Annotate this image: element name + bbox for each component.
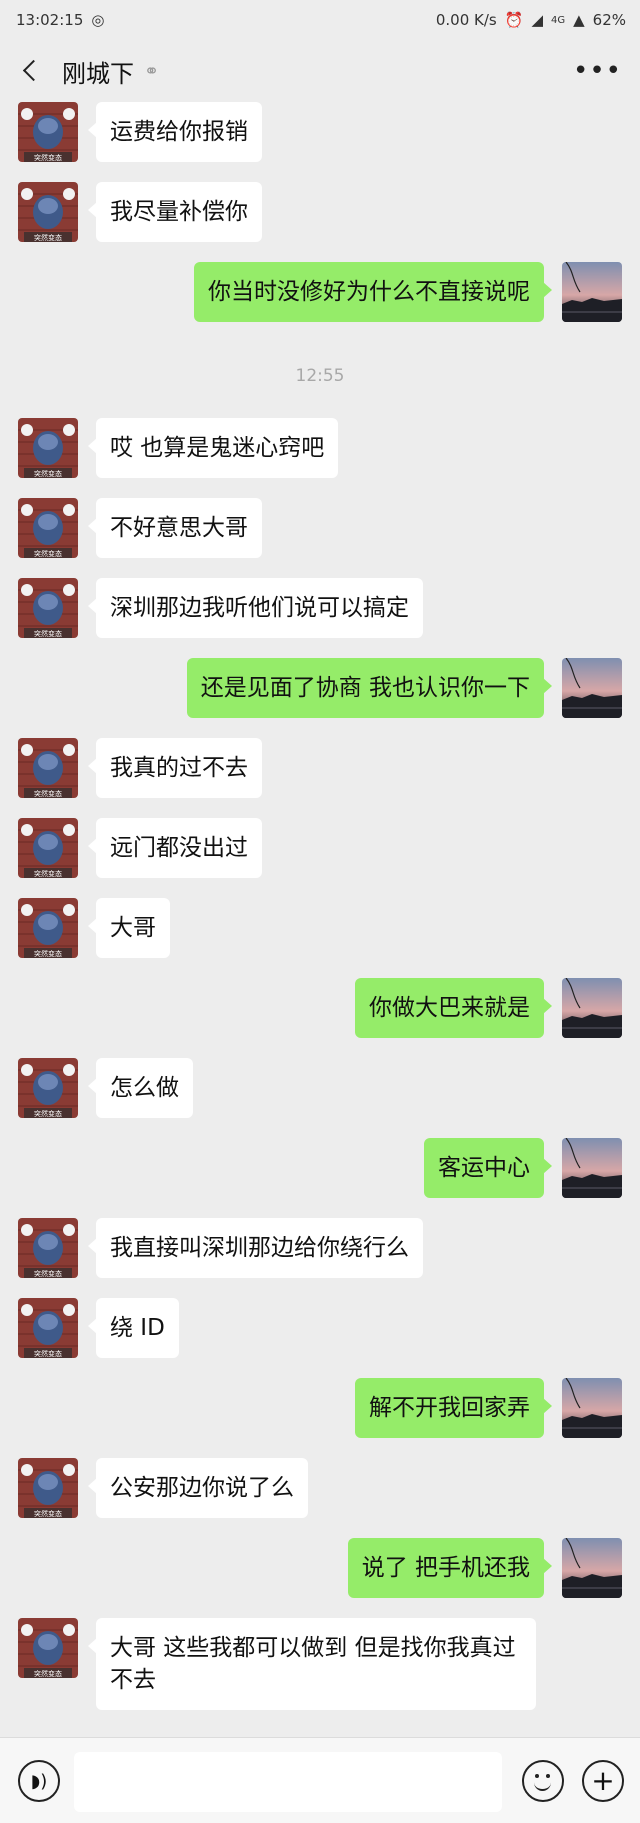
received-message-bubble[interactable]: 大哥 (88, 898, 170, 958)
ear-icon: ⚭ (144, 60, 160, 82)
svg-text:突然变态: 突然变态 (34, 629, 62, 638)
nav-bar: 刚城下 ⚭ ••• (0, 40, 640, 102)
received-message-bubble[interactable]: 怎么做 (88, 1058, 193, 1118)
sent-message-bubble[interactable]: 你做大巴来就是 (355, 978, 552, 1038)
svg-text:突然变态: 突然变态 (34, 1269, 62, 1278)
received-message-bubble[interactable]: 公安那边你说了么 (88, 1458, 308, 1518)
signal-icon: ▲ (573, 11, 585, 29)
received-message-bubble[interactable]: 远门都没出过 (88, 818, 262, 878)
battery-level: 62% (592, 11, 626, 29)
contact-avatar[interactable]: 突然变态 (18, 578, 78, 638)
received-message-bubble[interactable]: 我直接叫深圳那边给你绕行么 (88, 1218, 423, 1278)
contact-avatar[interactable]: 突然变态 (18, 182, 78, 242)
network-type: 4G (550, 14, 566, 26)
svg-text:突然变态: 突然变态 (34, 1349, 62, 1358)
contact-avatar[interactable]: 突然变态 (18, 898, 78, 958)
my-avatar[interactable] (562, 1538, 622, 1598)
contact-avatar[interactable]: 突然变态 (18, 1218, 78, 1278)
alarm-icon: ⏰ (504, 11, 524, 29)
voice-icon[interactable]: ◗) (18, 1760, 60, 1802)
back-icon[interactable] (18, 58, 44, 84)
sent-message-bubble[interactable]: 你当时没修好为什么不直接说呢 (194, 262, 552, 322)
svg-text:突然变态: 突然变态 (34, 1669, 62, 1678)
received-message-bubble[interactable]: 我真的过不去 (88, 738, 262, 798)
received-message-bubble[interactable]: 我尽量补偿你 (88, 182, 262, 242)
chat-timestamp: 12:55 (295, 366, 345, 386)
contact-avatar[interactable]: 突然变态 (18, 738, 78, 798)
svg-text:突然变态: 突然变态 (34, 949, 62, 958)
status-time: 13:02:15 (16, 11, 84, 29)
input-bar: ◗) + (0, 1737, 640, 1823)
contact-avatar[interactable]: 突然变态 (18, 498, 78, 558)
contact-avatar[interactable]: 突然变态 (18, 1058, 78, 1118)
more-icon[interactable]: ••• (573, 56, 622, 86)
svg-text:突然变态: 突然变态 (34, 233, 62, 242)
contact-avatar[interactable]: 突然变态 (18, 1298, 78, 1358)
sent-message-bubble[interactable]: 解不开我回家弄 (355, 1378, 552, 1438)
sent-message-bubble[interactable]: 还是见面了协商 我也认识你一下 (186, 658, 553, 718)
received-message-bubble[interactable]: 不好意思大哥 (88, 498, 262, 558)
net-speed: 0.00 K/s (435, 11, 497, 29)
my-avatar[interactable] (562, 1378, 622, 1438)
received-message-bubble[interactable]: 哎 也算是鬼迷心窍吧 (87, 418, 339, 478)
svg-text:突然变态: 突然变态 (34, 789, 62, 798)
chat-title: 刚城下 (62, 59, 134, 88)
received-message-bubble[interactable]: 运费给你报销 (88, 102, 262, 162)
plus-icon[interactable]: + (582, 1760, 624, 1802)
chat-area[interactable]: 12:55 突然变态 运费给你报销 突然变态 我尽量补偿你 你当时没修好为什么不… (0, 102, 640, 1737)
my-avatar[interactable] (562, 1138, 622, 1198)
app-notification-icon: ◎ (91, 11, 105, 29)
my-avatar[interactable] (562, 658, 622, 718)
my-avatar[interactable] (562, 978, 622, 1038)
received-message-bubble[interactable]: 绕 ID (88, 1298, 179, 1358)
emoji-icon[interactable] (522, 1760, 564, 1802)
sent-message-bubble[interactable]: 说了 把手机还我 (347, 1538, 553, 1598)
my-avatar[interactable] (562, 262, 622, 322)
contact-avatar[interactable]: 突然变态 (18, 1618, 78, 1678)
received-message-bubble[interactable]: 深圳那边我听他们说可以搞定 (88, 578, 423, 638)
svg-text:突然变态: 突然变态 (34, 869, 62, 878)
contact-avatar[interactable]: 突然变态 (18, 1458, 78, 1518)
svg-text:突然变态: 突然变态 (34, 1509, 62, 1518)
wifi-icon: ◢ (531, 11, 543, 29)
contact-avatar[interactable]: 突然变态 (18, 418, 78, 478)
received-message-bubble[interactable]: 大哥 这些我都可以做到 但是找你我真过不去 (88, 1618, 536, 1710)
contact-avatar[interactable]: 突然变态 (18, 102, 78, 162)
status-bar: 13:02:15 ◎ 0.00 K/s ⏰ ◢ 4G ▲ 62% (0, 0, 640, 40)
sent-message-bubble[interactable]: 客运中心 (424, 1138, 552, 1198)
svg-text:突然变态: 突然变态 (34, 469, 62, 478)
svg-text:突然变态: 突然变态 (34, 153, 62, 162)
message-input[interactable] (74, 1752, 502, 1812)
svg-text:突然变态: 突然变态 (34, 1109, 62, 1118)
contact-avatar[interactable]: 突然变态 (18, 818, 78, 878)
svg-text:突然变态: 突然变态 (34, 549, 62, 558)
